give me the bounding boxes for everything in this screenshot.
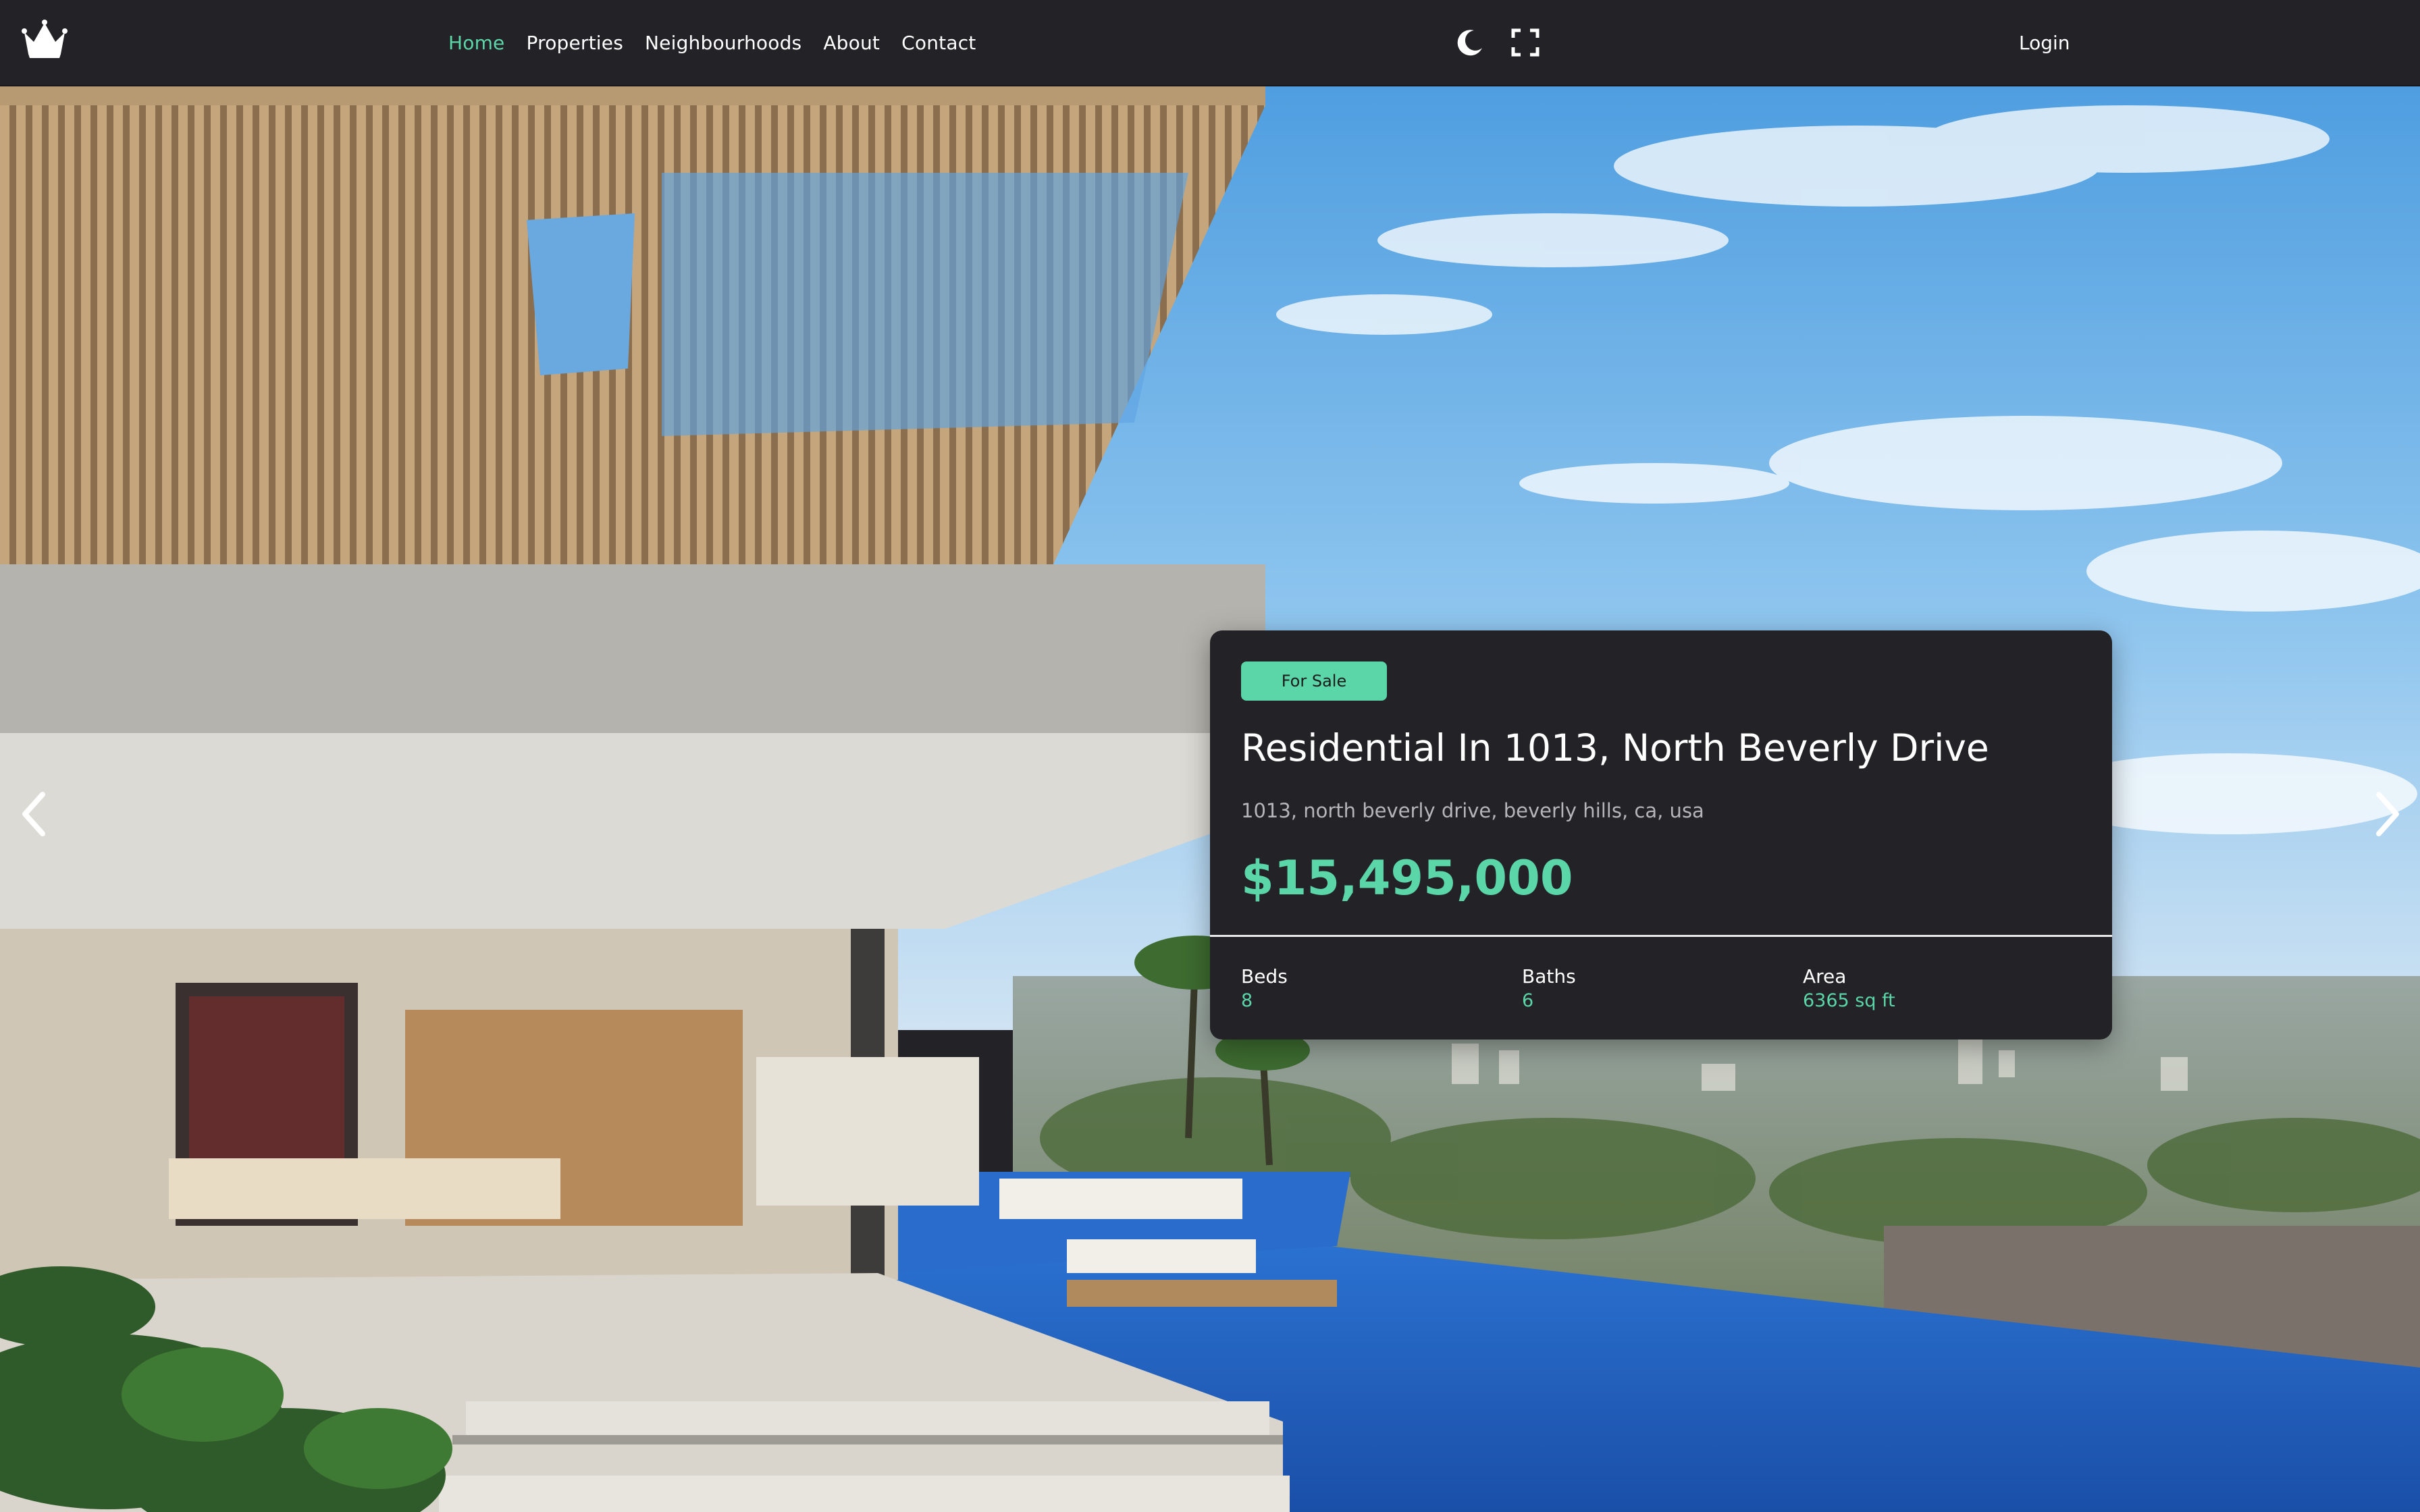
nav-contact-link[interactable]: Contact: [901, 32, 976, 54]
stat-beds-label: Beds: [1241, 965, 1288, 988]
status-badge[interactable]: For Sale: [1241, 662, 1387, 701]
listing-card[interactable]: For Sale Residential In 1013, North Beve…: [1210, 630, 2112, 1040]
stat-baths-label: Baths: [1522, 965, 1576, 988]
listing-title[interactable]: Residential In 1013, North Beverly Drive: [1241, 726, 1989, 770]
moon-icon[interactable]: [1452, 24, 1488, 61]
next-slide-button[interactable]: [2363, 787, 2411, 841]
nav-about-link[interactable]: About: [823, 32, 880, 54]
main-nav: Home Properties Neighbourhoods About Con…: [448, 0, 976, 85]
listing-address: 1013, north beverly drive, beverly hills…: [1241, 799, 1704, 822]
stat-baths: Baths 6: [1522, 965, 1576, 1011]
stat-baths-value: 6: [1522, 990, 1534, 1011]
chevron-right-icon: [2376, 792, 2399, 836]
stat-area-label: Area: [1803, 965, 1847, 988]
nav-neighbourhoods-link[interactable]: Neighbourhoods: [645, 32, 801, 54]
crown-logo-icon[interactable]: [20, 19, 69, 59]
nav-properties-link[interactable]: Properties: [527, 32, 624, 54]
header-icons: [1452, 24, 1544, 61]
stat-beds-value: 8: [1241, 990, 1253, 1011]
login-link[interactable]: Login: [2019, 0, 2070, 85]
chevron-left-icon: [22, 792, 45, 836]
stat-area: Area 6365 sq ft: [1803, 965, 1895, 1011]
prev-slide-button[interactable]: [11, 787, 58, 841]
nav-home-link[interactable]: Home: [448, 32, 505, 54]
stat-area-value: 6365 sq ft: [1803, 990, 1895, 1011]
stat-beds: Beds 8: [1241, 965, 1288, 1011]
top-navbar: Home Properties Neighbourhoods About Con…: [0, 0, 2420, 86]
listing-price: $15,495,000: [1241, 850, 1573, 906]
card-divider: [1210, 935, 2112, 937]
fullscreen-icon[interactable]: [1507, 24, 1544, 61]
